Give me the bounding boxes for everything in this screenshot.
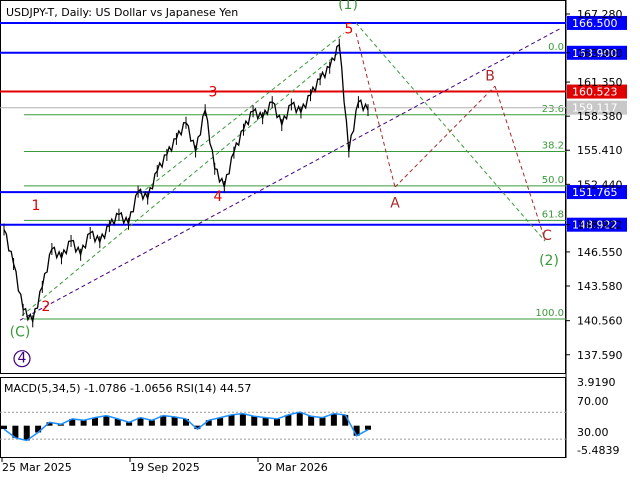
x-tick-label: 25 Mar 2025: [2, 461, 72, 474]
fib-level-label: 0.0: [548, 42, 564, 53]
y-tick-label: 167.280: [577, 8, 623, 21]
fib-level-label: 50.0: [542, 175, 564, 186]
fib-level-label: 61.8: [542, 209, 564, 220]
chart-title: USDJPY-T, Daily: US Dollar vs Japanese Y…: [6, 6, 238, 19]
x-tick-label: 20 Mar 2026: [258, 461, 328, 474]
macd-bar: [308, 416, 315, 426]
y-tick-label: 137.590: [577, 349, 623, 362]
main-chart-frame: [0, 0, 566, 374]
indicator-tick-label: -5.4839: [577, 444, 619, 457]
macd-bar: [319, 417, 326, 426]
wave-label: C: [542, 228, 552, 244]
macd-bar: [171, 416, 178, 426]
indicator-tick-label: 30.00: [577, 426, 609, 439]
macd-bar: [239, 413, 246, 426]
macd-bar: [80, 420, 87, 426]
wave-label: B: [485, 68, 495, 84]
chart-window[interactable]: 0.0 23.6 38.2 50.0 61.8 100.0 166.500 163.900 16…: [0, 0, 640, 480]
macd-bar: [296, 412, 303, 426]
fib-level-label: 38.2: [542, 140, 564, 151]
macd-bar: [285, 414, 292, 426]
fib-level-label: 23.6: [542, 104, 564, 115]
time-axis-layer: 25 Mar 2025 19 Sep 2025 20 Mar 2026: [1, 458, 328, 474]
indicator-label: MACD(5,34,5) -1.0786 -1.0656 RSI(14) 44.…: [4, 382, 251, 395]
macd-bar: [262, 417, 269, 426]
wave-label: A: [390, 196, 400, 212]
wave-label: 4: [18, 351, 27, 367]
macd-bar: [342, 414, 349, 426]
wave-label: 3: [209, 84, 218, 100]
wave-label: 1: [32, 198, 41, 214]
y-tick-label: 163.900: [577, 47, 623, 60]
macd-bar: [103, 415, 110, 426]
x-tick-label: 19 Sep 2025: [130, 461, 200, 474]
wave-label: 4: [214, 189, 223, 205]
y-tick-label: 161.350: [577, 76, 623, 89]
macd-bar: [365, 425, 371, 430]
macd-bar: [1, 425, 7, 430]
wave-label: (1): [338, 0, 358, 13]
y-tick-label: 158.380: [577, 110, 623, 123]
y-tick-label: 140.560: [577, 315, 623, 328]
macd-bar: [148, 420, 155, 426]
y-tick-label: 155.410: [577, 144, 623, 157]
macd-bar: [330, 413, 337, 426]
wave-label: 2: [42, 299, 51, 315]
indicator-tick-label: 3.9190: [577, 376, 616, 389]
indicator-tick-label: 70.00: [577, 395, 609, 408]
macd-bar: [274, 418, 280, 426]
macd-bar: [228, 414, 235, 426]
y-tick-label: 148.922: [577, 219, 623, 232]
y-tick-label: 152.440: [577, 178, 623, 191]
wave-label: (2): [539, 253, 559, 269]
wave-label: (C): [10, 324, 31, 340]
price-chart-svg[interactable]: 0.023.638.250.061.8100.0166.500163.90016…: [0, 0, 640, 480]
wave-label: 5: [345, 21, 354, 37]
fib-level-label: 100.0: [535, 308, 564, 319]
price-axis-layer: 167.280 163.900 161.350 158.380 155.410 152.4…: [566, 8, 623, 362]
y-tick-label: 146.550: [577, 246, 623, 259]
y-tick-label: 143.580: [577, 280, 623, 293]
macd-bar: [251, 416, 258, 426]
